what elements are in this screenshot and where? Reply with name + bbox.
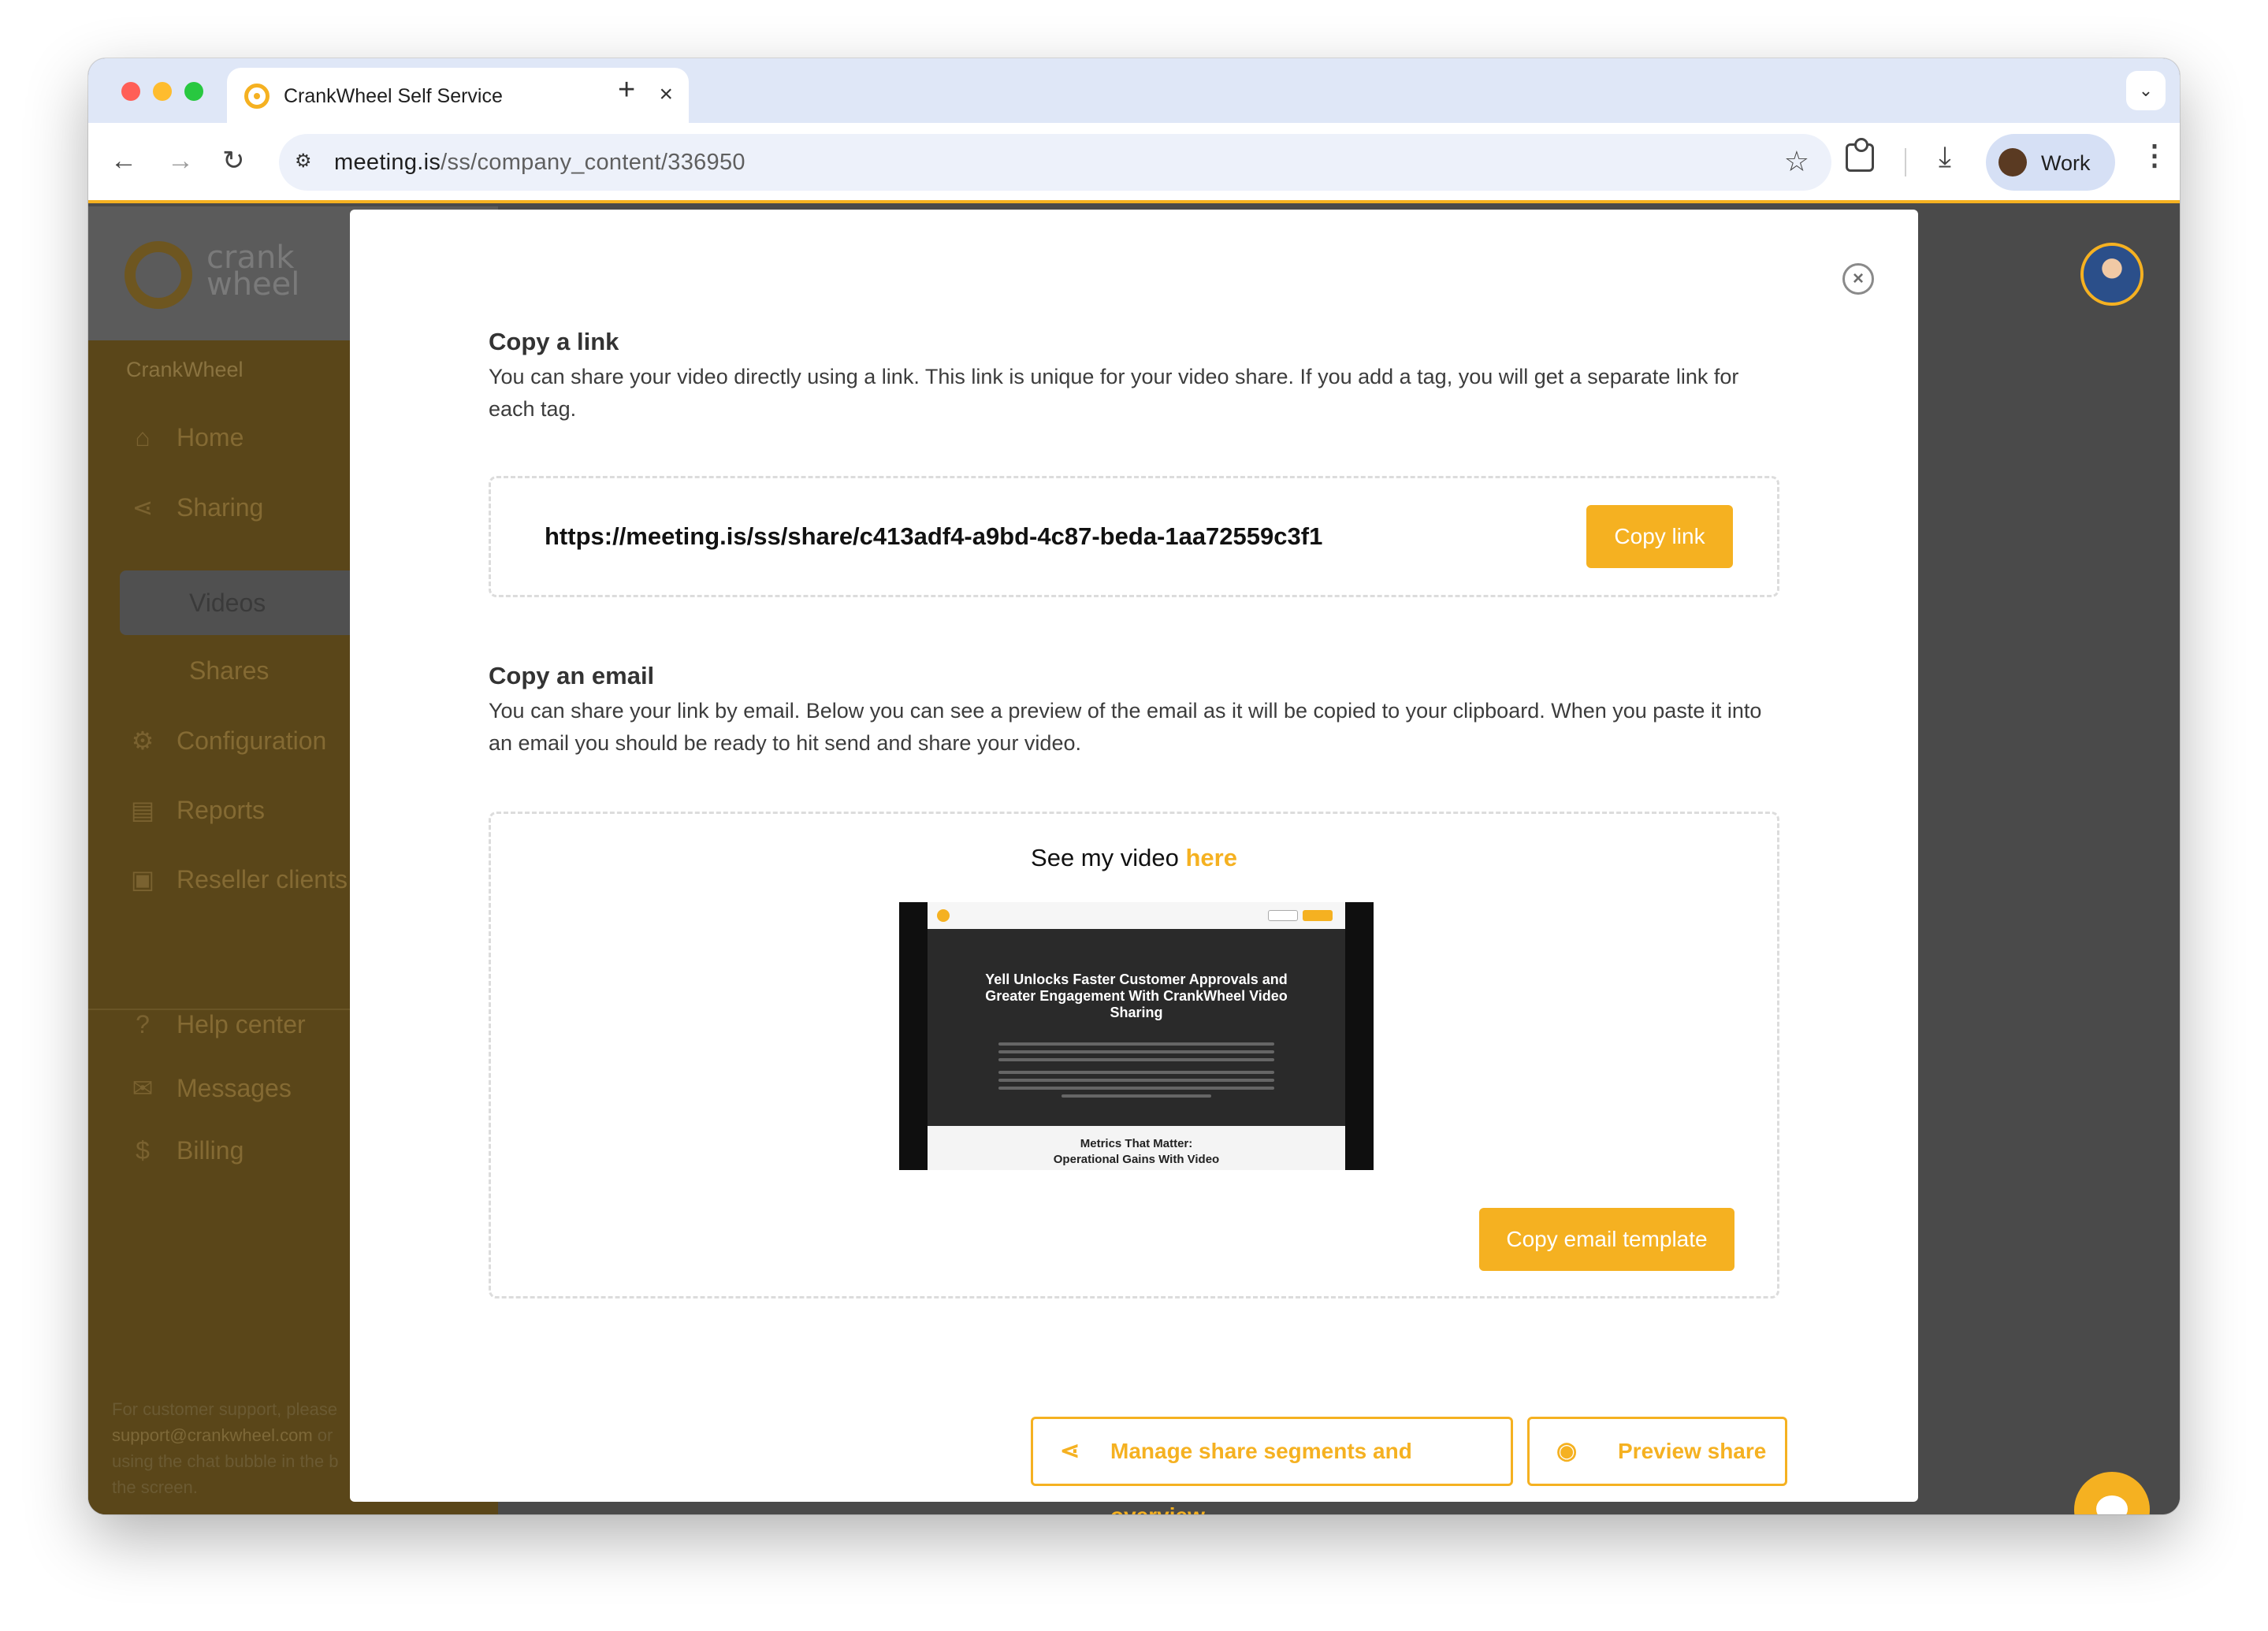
tab-title: CrankWheel Self Service bbox=[284, 85, 503, 107]
sidebar-item-label: Home bbox=[177, 423, 244, 451]
sidebar-item-help-center[interactable]: ? Help center bbox=[126, 1010, 306, 1039]
browser-window: CrankWheel Self Service × + ⌄ ← → ↻ ⚙ me… bbox=[88, 58, 2180, 1514]
dollar-icon: $ bbox=[136, 1136, 150, 1165]
email-preview-link[interactable]: here bbox=[1185, 844, 1236, 871]
site-settings-icon[interactable]: ⚙ bbox=[295, 150, 318, 173]
logo-text: crank wheel bbox=[206, 242, 300, 303]
share-icon: ⋖ bbox=[1060, 1438, 1080, 1464]
link-box: https://meeting.is/ss/share/c413adf4-a9b… bbox=[489, 476, 1779, 597]
preview-share-button[interactable]: ◉ Preview share bbox=[1527, 1417, 1787, 1486]
sidebar-item-reseller-clients[interactable]: ▣ Reseller clients bbox=[126, 864, 348, 894]
tab-search-dropdown-icon[interactable]: ⌄ bbox=[2126, 71, 2166, 110]
back-arrow-icon[interactable]: ← bbox=[110, 145, 137, 176]
eye-icon: ◉ bbox=[1556, 1438, 1578, 1464]
email-preview-text: See my video here bbox=[491, 844, 1777, 872]
extensions-puzzle-icon[interactable] bbox=[1846, 138, 1874, 172]
sidebar-item-label: Videos bbox=[189, 589, 266, 617]
thumbnail-text-line bbox=[998, 1087, 1274, 1090]
sidebar-item-reports[interactable]: ▤ Reports bbox=[126, 795, 265, 825]
sidebar-item-label: Sharing bbox=[177, 493, 264, 522]
crankwheel-logo-icon bbox=[125, 241, 192, 309]
sidebar-item-messages[interactable]: ✉ Messages bbox=[126, 1073, 292, 1103]
url-text[interactable]: meeting.is/ss/company_content/336950 bbox=[334, 150, 745, 176]
thumbnail-cta-pill bbox=[1303, 910, 1333, 921]
profile-horse-icon bbox=[1998, 148, 2027, 176]
sidebar-item-configuration[interactable]: ⚙ Configuration bbox=[126, 726, 327, 756]
share-icon: ⋖ bbox=[132, 493, 154, 522]
sidebar-item-label: Help center bbox=[177, 1010, 306, 1038]
url-path: /ss/company_content/336950 bbox=[441, 150, 745, 175]
share-link-url[interactable]: https://meeting.is/ss/share/c413adf4-a9b… bbox=[545, 522, 1322, 551]
copy-link-title: Copy a link bbox=[489, 328, 619, 355]
sidebar-item-label: Shares bbox=[189, 656, 270, 685]
close-window-button[interactable] bbox=[121, 82, 140, 101]
sidebar-item-label: Billing bbox=[177, 1136, 244, 1165]
company-name: CrankWheel bbox=[126, 358, 244, 381]
copy-email-description: You can share your link by email. Below … bbox=[489, 699, 1762, 755]
thumbnail-metrics-subheading: Operational Gains With Video bbox=[1053, 1153, 1220, 1166]
support-email-link[interactable]: support@crankwheel.com bbox=[112, 1425, 313, 1445]
reload-icon[interactable]: ↻ bbox=[222, 145, 245, 176]
home-icon: ⌂ bbox=[135, 423, 151, 451]
maximize-window-button[interactable] bbox=[184, 82, 203, 101]
download-icon[interactable]: ⤓ bbox=[1939, 140, 1951, 173]
share-modal: × Copy a link You can share your video d… bbox=[350, 210, 1918, 1514]
url-host: meeting.is bbox=[334, 150, 441, 175]
forward-arrow-icon[interactable]: → bbox=[167, 145, 194, 176]
sidebar-item-sharing[interactable]: ⋖ Sharing bbox=[126, 492, 264, 522]
thumbnail-nav bbox=[928, 902, 1345, 929]
sidebar-item-label: Configuration bbox=[177, 726, 327, 755]
preview-share-label: Preview share bbox=[1618, 1439, 1767, 1463]
copy-email-title: Copy an email bbox=[489, 662, 655, 689]
thumbnail-logo-icon bbox=[937, 909, 950, 922]
footer-text: or bbox=[317, 1425, 333, 1445]
address-bar: ← → ↻ ⚙ meeting.is/ss/company_content/33… bbox=[88, 123, 2180, 203]
email-preview-line: See my video bbox=[1031, 844, 1179, 871]
mail-icon: ✉ bbox=[132, 1074, 154, 1102]
copy-link-description: You can share your video directly using … bbox=[489, 365, 1739, 421]
thumbnail-metrics-heading: Metrics That Matter: bbox=[1080, 1137, 1193, 1150]
sidebar-item-label: Messages bbox=[177, 1074, 292, 1102]
sidebar-item-label: Reports bbox=[177, 796, 266, 824]
thumbnail-text-line bbox=[998, 1042, 1274, 1046]
url-omnibox[interactable]: ⚙ meeting.is/ss/company_content/336950 ☆ bbox=[279, 134, 1831, 191]
toolbar-divider bbox=[1905, 148, 1906, 176]
profile-chip[interactable]: Work bbox=[1986, 134, 2115, 191]
browser-menu-icon[interactable]: ⋮ bbox=[2140, 139, 2169, 172]
tab-close-icon[interactable]: × bbox=[659, 80, 673, 109]
sidebar-item-label: Reseller clients bbox=[177, 865, 348, 894]
thumbnail-page: Yell Unlocks Faster Customer Approvals a… bbox=[928, 902, 1345, 1170]
crankwheel-favicon-icon bbox=[244, 84, 270, 109]
profile-label: Work bbox=[2041, 151, 2091, 175]
copy-email-template-button[interactable]: Copy email template bbox=[1479, 1208, 1734, 1271]
sidebar-item-billing[interactable]: $ Billing bbox=[126, 1136, 244, 1165]
sidebar-item-shares[interactable]: Shares bbox=[189, 656, 269, 685]
copy-link-button[interactable]: Copy link bbox=[1586, 505, 1733, 568]
logo-line-2: wheel bbox=[206, 266, 300, 303]
new-tab-button[interactable]: + bbox=[618, 74, 635, 106]
thumbnail-headline: Yell Unlocks Faster Customer Approvals a… bbox=[985, 972, 1288, 1020]
gear-icon: ⚙ bbox=[131, 726, 154, 755]
report-icon: ▤ bbox=[130, 796, 155, 824]
thumbnail-text-line bbox=[998, 1071, 1274, 1074]
thumbnail-text-line bbox=[998, 1050, 1274, 1053]
thumbnail-text-line bbox=[998, 1058, 1274, 1061]
chat-bubble-icon[interactable] bbox=[2074, 1472, 2150, 1514]
email-preview-box: See my video here Yell Unlocks Faster Cu… bbox=[489, 812, 1779, 1298]
help-icon: ? bbox=[136, 1010, 150, 1038]
video-thumbnail[interactable]: Yell Unlocks Faster Customer Approvals a… bbox=[899, 902, 1374, 1170]
briefcase-icon: ▣ bbox=[130, 865, 155, 894]
sidebar-item-home[interactable]: ⌂ Home bbox=[126, 423, 244, 452]
thumbnail-bottom-section: Metrics That Matter: Operational Gains W… bbox=[928, 1126, 1345, 1170]
user-avatar[interactable] bbox=[2080, 243, 2143, 306]
thumbnail-text-line bbox=[1061, 1094, 1211, 1098]
bookmark-star-icon[interactable]: ☆ bbox=[1784, 145, 1809, 178]
tab-bar: CrankWheel Self Service × + ⌄ bbox=[88, 58, 2180, 123]
thumbnail-login-pill bbox=[1268, 910, 1298, 921]
minimize-window-button[interactable] bbox=[153, 82, 172, 101]
manage-share-segments-label: Manage share segments and overview bbox=[1110, 1439, 1412, 1514]
thumbnail-text-line bbox=[998, 1079, 1274, 1082]
close-icon[interactable]: × bbox=[1842, 263, 1874, 295]
manage-share-segments-button[interactable]: ⋖ Manage share segments and overview bbox=[1031, 1417, 1513, 1514]
